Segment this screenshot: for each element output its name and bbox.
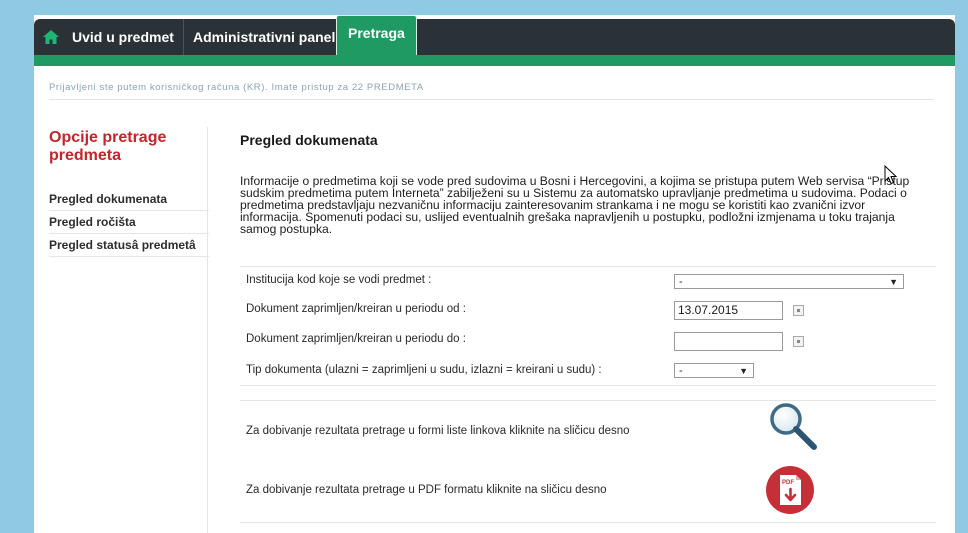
- sidebar-item-pregled-rocista[interactable]: Pregled ročišta: [49, 211, 209, 234]
- pdf-result-label: Za dobivanje rezultata pretrage u PDF fo…: [246, 484, 607, 496]
- date-from-label: Dokument zaprimljen/kreiran u periodu od…: [246, 303, 466, 315]
- doc-type-select[interactable]: - ▼: [674, 363, 754, 378]
- top-nav: Uvid u predmet Administrativni panel Pre…: [34, 15, 955, 66]
- divider: [240, 522, 936, 523]
- page-title: Pregled dokumenata: [240, 132, 378, 148]
- doc-type-label: Tip dokumenta (ulazni = zaprimljeni u su…: [246, 364, 602, 376]
- nav-separator: [183, 19, 184, 55]
- date-from-input[interactable]: 13.07.2015: [674, 301, 783, 320]
- calendar-icon[interactable]: [793, 305, 804, 316]
- intro-text: Informacije o predmetima koji se vode pr…: [240, 174, 910, 236]
- page-frame: Uvid u predmet Administrativni panel Pre…: [34, 15, 955, 533]
- nav-uvid-u-predmet[interactable]: Uvid u predmet: [72, 19, 174, 55]
- dropdown-arrow-icon: ▼: [889, 277, 898, 287]
- sidebar-divider: [207, 127, 208, 533]
- doc-type-select-value: -: [679, 365, 683, 377]
- institution-select-value: -: [679, 276, 683, 288]
- magnifier-icon[interactable]: [767, 400, 819, 452]
- nav-administrativni-panel[interactable]: Administrativni panel: [193, 19, 335, 55]
- links-result-label: Za dobivanje rezultata pretrage u formi …: [246, 425, 630, 437]
- dropdown-arrow-icon: ▼: [739, 366, 748, 376]
- calendar-icon[interactable]: [793, 336, 804, 347]
- divider: [240, 400, 936, 401]
- date-to-input[interactable]: [674, 332, 783, 351]
- divider: [49, 99, 934, 100]
- sidebar-item-pregled-dokumenata[interactable]: Pregled dokumenata: [49, 188, 209, 211]
- institution-select[interactable]: - ▼: [674, 274, 904, 289]
- pdf-badge-text: PDF: [782, 480, 794, 486]
- sidebar-item-pregled-statusa[interactable]: Pregled statusâ predmetâ: [49, 234, 209, 257]
- sidebar-menu: Pregled dokumenata Pregled ročišta Pregl…: [49, 188, 209, 257]
- sidebar-title: Opcije pretrage predmeta: [49, 129, 167, 164]
- mouse-cursor-icon: [884, 165, 898, 185]
- nav-accent-bar: [34, 55, 955, 66]
- divider: [240, 266, 936, 267]
- date-to-label: Dokument zaprimljen/kreiran u periodu do…: [246, 333, 466, 345]
- pdf-icon[interactable]: PDF: [765, 465, 815, 515]
- login-info: Prijavljeni ste putem korisničkog računa…: [49, 82, 424, 93]
- institution-label: Institucija kod koje se vodi predmet :: [246, 274, 432, 286]
- divider: [240, 385, 936, 386]
- home-icon[interactable]: [42, 28, 60, 46]
